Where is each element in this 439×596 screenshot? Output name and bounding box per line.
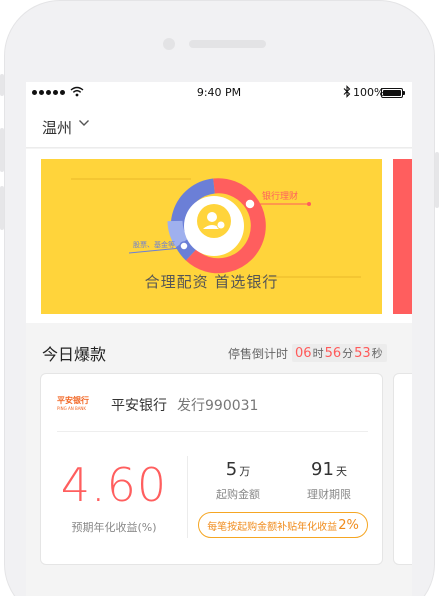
callout-bank-finance: 银行理财 xyxy=(262,190,298,202)
min-amount-stat: 5万 起购金额 xyxy=(203,459,273,502)
subsidy-percent: 2% xyxy=(338,517,359,533)
bank-logo: 平安银行 PING AN BANK xyxy=(57,396,91,414)
app-screen: 9:40 PM 100% 温州 银行理财 股票、基金等 合理配资 首选银行 今日… xyxy=(26,82,412,596)
chevron-down-icon[interactable] xyxy=(78,119,90,127)
bank-name: 平安银行 xyxy=(111,398,167,414)
bank-logo-text: 平安银行 xyxy=(57,396,89,405)
mute-switch xyxy=(0,74,4,96)
battery-percent: 100% xyxy=(353,86,385,99)
product-card[interactable]: 平安银行 PING AN BANK 平安银行 发行990031 4.60 预期年… xyxy=(40,373,383,565)
today-hot-section: 今日爆款 停售倒计时 06 时 56 分 53 秒 平安银行 PING AN B… xyxy=(26,323,412,596)
countdown-timer: 停售倒计时 06 时 56 分 53 秒 xyxy=(228,344,387,362)
term-label: 理财期限 xyxy=(307,488,351,501)
device-frame: 9:40 PM 100% 温州 银行理财 股票、基金等 合理配资 首选银行 今日… xyxy=(0,0,439,596)
vertical-divider xyxy=(187,456,188,538)
expected-rate: 4.60 xyxy=(60,458,168,512)
section-title: 今日爆款 xyxy=(42,345,107,364)
card-divider xyxy=(57,431,368,432)
power-button xyxy=(435,152,439,208)
countdown-values: 06 时 56 分 53 秒 xyxy=(292,344,387,362)
countdown-minutes: 56 xyxy=(324,346,342,361)
city-selector[interactable]: 温州 xyxy=(42,117,72,138)
term-value: 91 xyxy=(311,459,334,480)
countdown-minutes-unit: 分 xyxy=(342,347,354,360)
countdown-hours-unit: 时 xyxy=(312,347,324,360)
bluetooth-icon xyxy=(343,85,351,98)
next-product-card[interactable] xyxy=(393,373,412,565)
min-amount-value: 5 xyxy=(225,459,238,480)
camera-dot xyxy=(163,38,175,50)
min-amount-label: 起购金额 xyxy=(216,488,260,501)
subsidy-badge: 每笔按起购金额补贴年化收益 2% xyxy=(198,512,368,538)
volume-up-button xyxy=(0,128,4,172)
countdown-hours: 06 xyxy=(295,346,312,361)
battery-icon xyxy=(381,88,405,98)
term-unit: 天 xyxy=(335,465,347,478)
min-amount-unit: 万 xyxy=(239,465,251,478)
term-stat: 91 天 理财期限 xyxy=(291,459,367,502)
countdown-seconds-unit: 秒 xyxy=(371,347,383,360)
bank-logo-en: PING AN BANK xyxy=(57,406,87,411)
expected-rate-label: 预期年化收益(%) xyxy=(71,521,157,534)
volume-down-button xyxy=(0,186,4,230)
callout-stocks-funds: 股票、基金等 xyxy=(133,240,175,249)
section-header: 今日爆款 停售倒计时 06 时 56 分 53 秒 xyxy=(26,333,412,369)
subsidy-text: 每笔按起购金额补贴年化收益 xyxy=(207,521,338,533)
banner-carousel[interactable]: 银行理财 股票、基金等 合理配资 首选银行 xyxy=(26,149,412,323)
speaker-grille xyxy=(189,40,266,48)
countdown-label: 停售倒计时 xyxy=(228,346,289,361)
top-nav-bar: 温州 xyxy=(26,104,412,148)
banner-next-slide[interactable] xyxy=(393,159,412,314)
banner-slide[interactable]: 银行理财 股票、基金等 合理配资 首选银行 xyxy=(41,159,382,314)
countdown-seconds: 53 xyxy=(354,346,371,361)
banner-slogan: 合理配资 首选银行 xyxy=(144,273,279,291)
issue-code: 发行990031 xyxy=(177,398,259,414)
status-bar: 9:40 PM 100% xyxy=(26,82,412,104)
